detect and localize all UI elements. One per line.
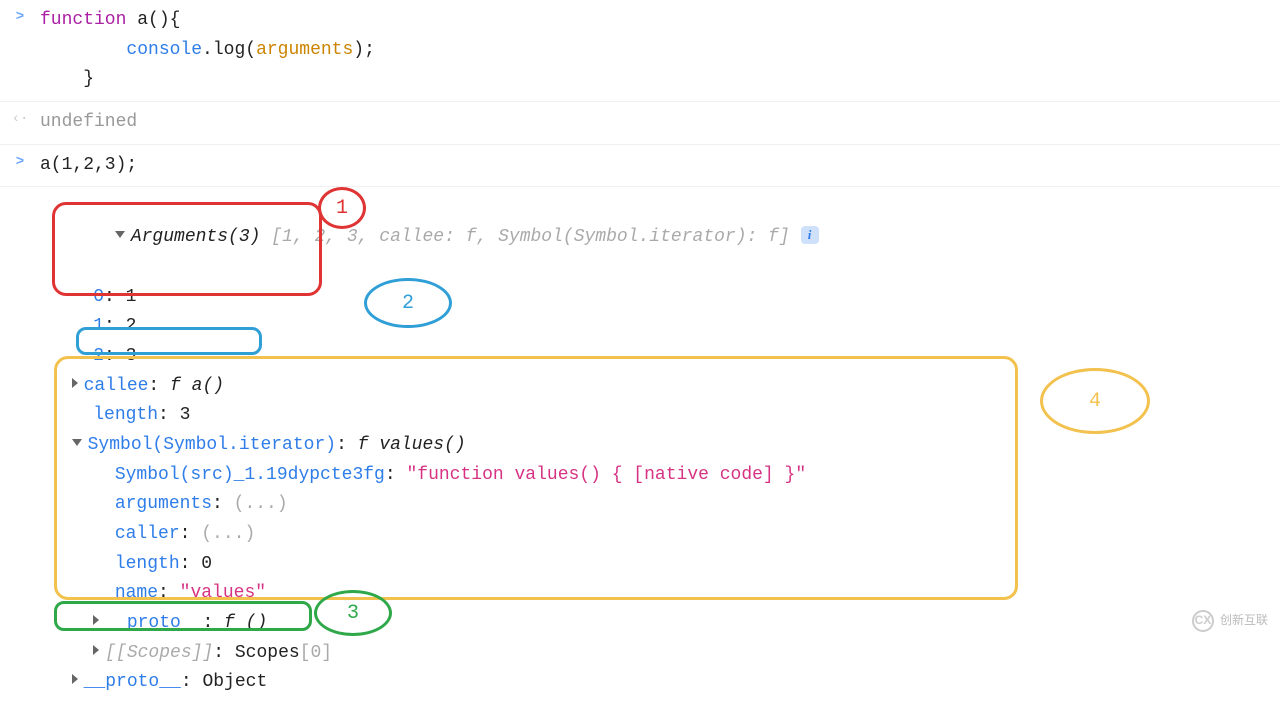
iter-name[interactable]: name: "values" [50,579,1280,609]
info-icon[interactable]: i [801,226,819,244]
output-gutter [0,187,40,193]
arg-length[interactable]: length: 3 [50,401,1280,431]
iter-scopes[interactable]: [[Scopes]]: Scopes[0] [50,639,1280,669]
arguments-tree[interactable]: Arguments(3) [1, 2, 3, callee: f, Symbol… [40,187,1280,704]
console-input-row-2: > a(1,2,3); [0,145,1280,188]
iter-caller[interactable]: caller: (...) [50,520,1280,550]
chevron-right-icon[interactable] [72,378,78,388]
watermark: CX 创新互联 [1192,610,1268,632]
iter-proto[interactable]: __proto__: f () [50,609,1280,639]
chevron-down-icon[interactable] [115,231,125,238]
return-value: undefined [40,102,1280,144]
arg-symbol-iterator[interactable]: Symbol(Symbol.iterator): f values() [50,431,1280,461]
arguments-header[interactable]: Arguments(3) [1, 2, 3, callee: f, Symbol… [50,193,1280,282]
arg-index-1[interactable]: 1: 2 [50,312,1280,342]
arg-callee[interactable]: callee: f a() [50,372,1280,402]
iter-arguments[interactable]: arguments: (...) [50,490,1280,520]
console-input-row: > function a(){ console.log(arguments); … [0,0,1280,102]
arg-index-2[interactable]: 2: 3 [50,342,1280,372]
code-input-2[interactable]: a(1,2,3); [40,145,1280,187]
iter-length[interactable]: length: 0 [50,550,1280,580]
chevron-right-icon[interactable] [93,615,99,625]
arg-proto[interactable]: __proto__: Object [50,668,1280,698]
prompt-icon: > [0,0,40,29]
arg-index-0[interactable]: 0: 1 [50,283,1280,313]
return-icon: ‹· [0,102,40,131]
watermark-logo-icon: CX [1192,610,1214,632]
code-input-1[interactable]: function a(){ console.log(arguments); } [40,0,1280,101]
watermark-text: 创新互联 [1220,611,1268,631]
iter-src[interactable]: Symbol(src)_1.19dypcte3fg: "function val… [50,461,1280,491]
console-return-row: ‹· undefined [0,102,1280,145]
chevron-right-icon[interactable] [93,645,99,655]
chevron-right-icon[interactable] [72,674,78,684]
prompt-icon: > [0,145,40,174]
console-output-row: Arguments(3) [1, 2, 3, callee: f, Symbol… [0,187,1280,704]
chevron-down-icon[interactable] [72,439,82,446]
